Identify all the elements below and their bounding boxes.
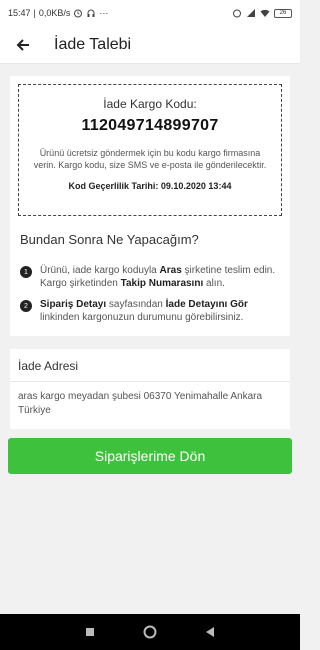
- status-bar: 15:47 | 0,0KB/s ··· 26: [0, 0, 300, 26]
- home-icon[interactable]: [143, 625, 157, 639]
- back-nav-icon[interactable]: [204, 626, 216, 638]
- signal-icon: [247, 9, 255, 17]
- return-info-card: İade Kargo Kodu: 112049714899707 Ürünü ü…: [10, 76, 290, 336]
- step-1-text: Ürünü, iade kargo koduyla Aras şirketine…: [40, 265, 276, 289]
- step-number-1: 1: [20, 266, 32, 278]
- return-code-value: 112049714899707: [81, 117, 219, 134]
- page-title: İade Talebi: [54, 35, 132, 53]
- back-to-orders-button[interactable]: Siparişlerime Dön: [8, 438, 292, 474]
- return-address-text: aras kargo meyadan şubesi 06370 Yenimaha…: [18, 391, 263, 416]
- more-icon: ···: [99, 8, 109, 18]
- system-nav-bar: [0, 614, 300, 650]
- return-address-card: İade Adresi aras kargo meyadan şubesi 06…: [10, 349, 290, 429]
- recents-icon[interactable]: [84, 626, 96, 638]
- step-2-text: Sipariş Detayı sayfasından İade Detayını…: [40, 299, 248, 323]
- return-code-description: Ürünü ücretsiz göndermek için bu kodu ka…: [33, 148, 267, 170]
- step-number-2: 2: [20, 300, 32, 312]
- headset-icon: [87, 9, 95, 17]
- return-code-validity: Kod Geçerlilik Tarihi: 09.10.2020 13:44: [68, 181, 232, 191]
- alarm-icon: [74, 9, 83, 18]
- app-bar: İade Talebi: [0, 26, 300, 64]
- next-steps-title: Bundan Sonra Ne Yapacağım?: [20, 232, 199, 247]
- step-1: 1 Ürünü, iade kargo koduyla Aras şirketi…: [20, 264, 282, 290]
- wifi-icon: [260, 9, 270, 17]
- alarm-clock-icon: [233, 9, 241, 18]
- status-time: 15:47: [8, 8, 31, 18]
- battery-level: 26: [279, 10, 287, 16]
- network-speed: 0,0KB/s: [38, 8, 71, 18]
- return-code-box: İade Kargo Kodu: 112049714899707 Ürünü ü…: [18, 84, 282, 216]
- return-address-title: İade Adresi: [10, 349, 290, 382]
- return-code-label: İade Kargo Kodu:: [103, 97, 197, 111]
- arrow-left-icon[interactable]: [12, 34, 34, 56]
- battery-icon: 26: [274, 8, 292, 18]
- step-2: 2 Sipariş Detayı sayfasından İade Detayı…: [20, 298, 282, 324]
